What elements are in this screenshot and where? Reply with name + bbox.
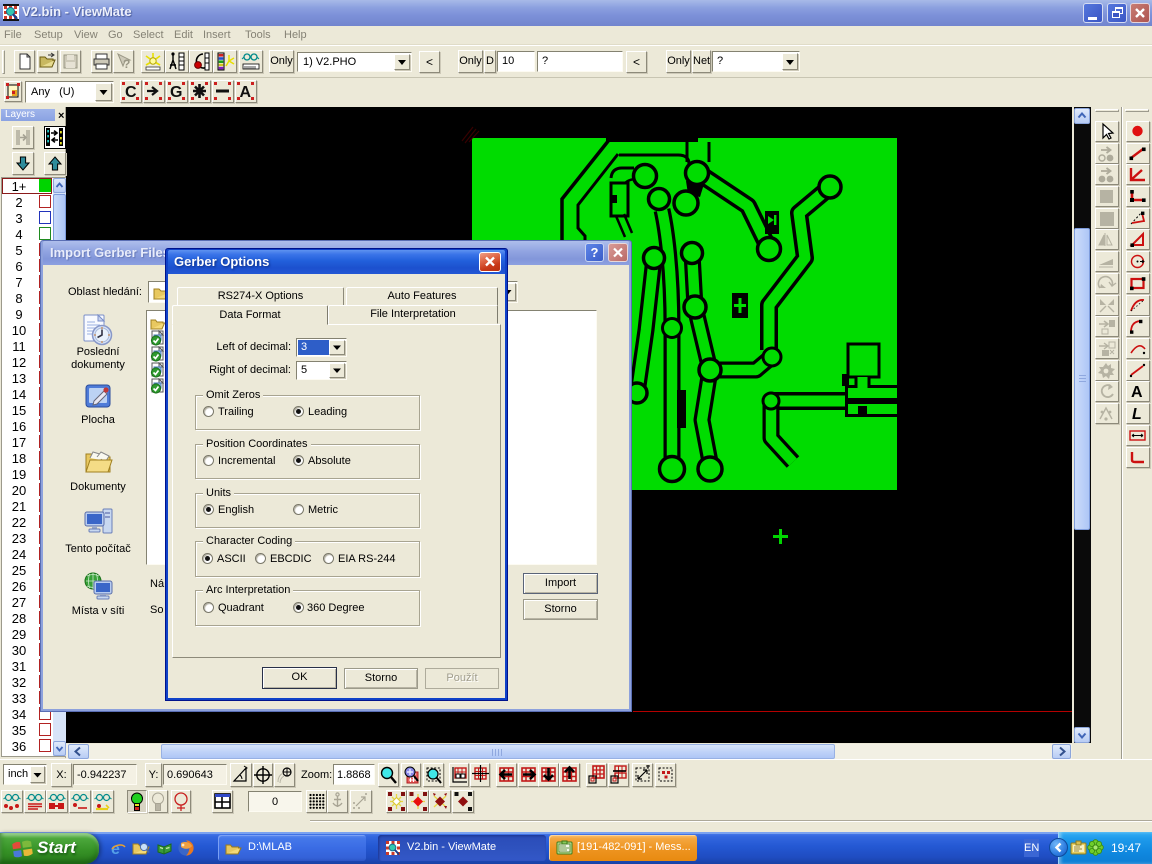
svg-text:G: G — [170, 84, 182, 101]
svg-text:A: A — [1131, 384, 1143, 401]
svg-text:C: C — [125, 84, 137, 101]
svg-text:L: L — [1132, 406, 1142, 423]
svg-text:A: A — [240, 84, 252, 101]
svg-text:?: ? — [123, 57, 130, 71]
